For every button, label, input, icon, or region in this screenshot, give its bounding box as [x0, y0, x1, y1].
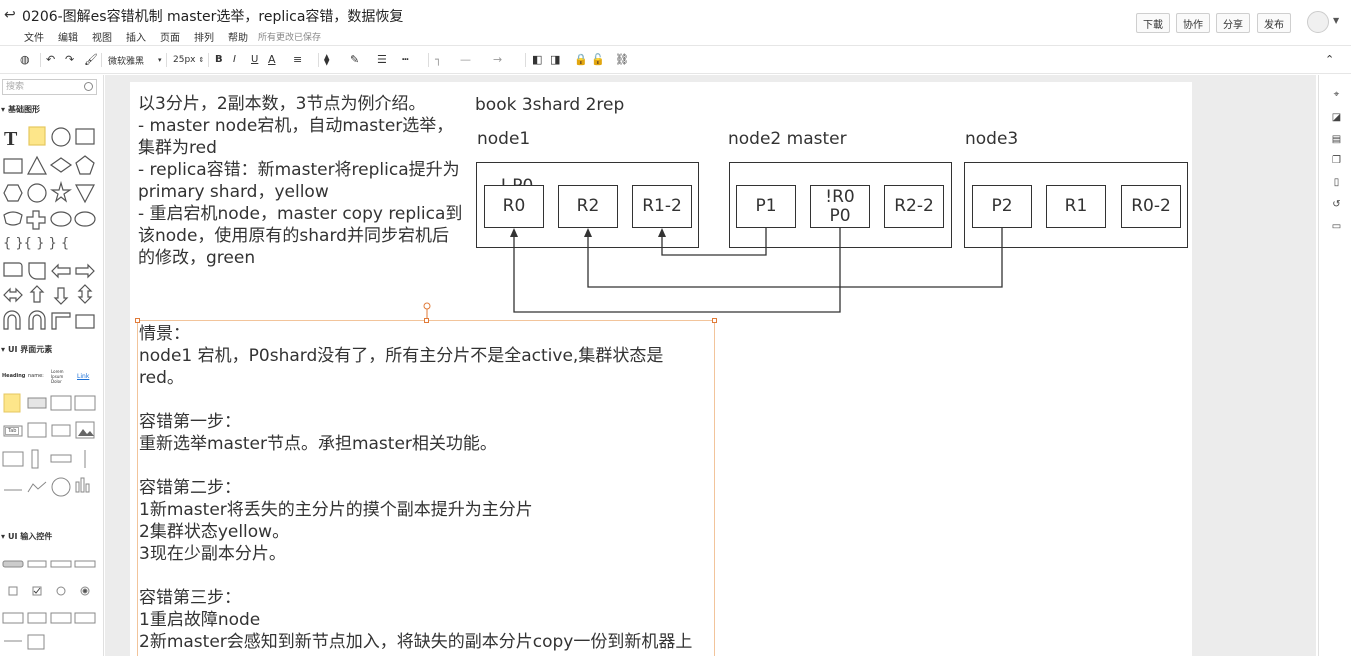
- resize-handle[interactable]: [135, 318, 140, 323]
- copy-pages-icon[interactable]: ❐: [1331, 155, 1342, 166]
- document-icon[interactable]: ▯: [1331, 177, 1342, 188]
- note-line: 重新选举master节点。承担master相关功能。: [139, 434, 497, 454]
- history-icon[interactable]: ↺: [1331, 199, 1342, 210]
- resize-handle[interactable]: [424, 318, 429, 323]
- note-line: 2集群状态yellow。: [139, 522, 290, 542]
- note-line: [139, 389, 714, 411]
- note-line: 容错第三步：: [139, 588, 241, 608]
- scenario-textbox[interactable]: 情景： node1 宕机，P0shard没有了，所有主分片不是全active,集…: [137, 320, 715, 656]
- note-line: 情景：: [139, 324, 190, 344]
- note-line: node1 宕机，P0shard没有了，所有主分片不是全active,集群状态是: [139, 346, 664, 366]
- note-line: red。: [139, 368, 184, 388]
- note-line: 1新master将丢失的主分片的摸个副本提升为主分片: [139, 500, 533, 520]
- note-line: 2新master会感知到新节点加入，将缺失的副本分片copy一份到新机器上: [139, 632, 693, 652]
- replica-link-p0[interactable]: [513, 228, 841, 313]
- style-icon[interactable]: ◪: [1331, 112, 1342, 123]
- note-line: 3现在少副本分片。: [139, 544, 286, 564]
- replica-link-p1[interactable]: [661, 228, 767, 256]
- rotate-handle[interactable]: [423, 302, 431, 310]
- comment-icon[interactable]: ▭: [1331, 221, 1342, 232]
- note-line: 容错第一步：: [139, 412, 241, 432]
- replica-link-p2[interactable]: [587, 228, 1003, 288]
- resize-handle[interactable]: [712, 318, 717, 323]
- note-line: 容错第二步：: [139, 478, 241, 498]
- note-line: [139, 455, 714, 477]
- note-line: 1重启故障node: [139, 610, 261, 630]
- navigator-icon[interactable]: ⌖: [1331, 89, 1342, 100]
- right-tool-rail: ⌖ ◪ ▤ ❐ ▯ ↺ ▭: [1318, 75, 1351, 656]
- note-line: [139, 565, 714, 587]
- page-setup-icon[interactable]: ▤: [1331, 134, 1342, 145]
